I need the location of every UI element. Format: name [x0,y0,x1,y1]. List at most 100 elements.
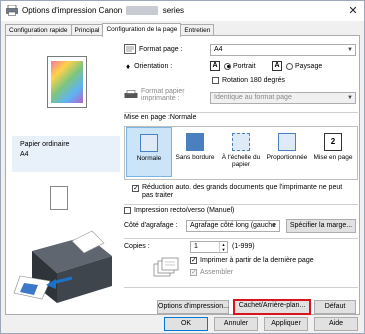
paper-size-text: A4 [20,151,29,158]
window-title: Options d'impression Canon series [22,6,185,16]
printer-paper-label-2: imprimante : [141,95,180,102]
landscape-icon: A [272,61,282,71]
duplex-label: Impression recto/verso (Manuel) [134,207,235,214]
media-type-text: Papier ordinaire [20,141,70,148]
print-options-button[interactable]: Options d'impression... [157,300,229,314]
printer-paper-icon [124,90,138,98]
help-button[interactable]: Aide [314,317,358,331]
copies-stack-icon [153,257,179,277]
page-setup-panel: Papier ordinaire A4 Format page : A4 ▼ ♦… [5,35,360,315]
portrait-icon: A [210,61,220,71]
format-label: Format page : [139,45,183,53]
layout-normal[interactable]: Normale [126,127,172,177]
collate-label: Assembler [200,269,234,276]
layout-fit-to-paper[interactable]: À l'échelle du papier [218,127,264,177]
ok-button[interactable]: OK [164,317,208,331]
title-bar: Options d'impression Canon series ✕ [1,1,364,21]
collate-checkbox[interactable]: ✓ [190,269,197,276]
chevron-down-icon: ▼ [347,47,353,53]
divider [124,238,358,239]
printer-paper-label: Format papier imprimante : [141,88,185,102]
page-size-value: A4 [214,46,223,53]
sheet-icon [50,186,68,210]
portrait-radio[interactable] [224,62,231,70]
dialog-button-bar: OK Annuler Appliquer Aide [1,315,364,333]
auto-reduce-option[interactable]: ✓ Réduction auto. des grands documents q… [132,184,354,200]
divider [124,112,358,113]
layout-normal-label: Normale [136,155,162,162]
printer-paper-label-1: Format papier [141,88,185,95]
landscape-option[interactable]: A Paysage [272,61,322,71]
preview-image [51,61,83,103]
layout-label: Mise en page :Normale [124,114,197,121]
auto-reduce-checkbox[interactable]: ✓ [132,185,139,192]
stapling-label: Côté d'agrafage : [124,222,178,229]
portrait-label: Portrait [233,62,256,70]
divider [124,204,358,205]
close-icon[interactable]: ✕ [346,4,360,18]
stamp-background-button[interactable]: Cachet/Arrière-plan... [233,299,311,315]
layout-borderless[interactable]: Sans bordure [172,127,218,177]
stapling-row: Côté d'agrafage : [124,222,177,229]
specify-margin-button[interactable]: Spécifier la marge... [286,219,356,233]
stapling-select[interactable]: Agrafage côté long (gauche ▼ [186,220,280,232]
layout-list: Normale Sans bordure À l'échelle du papi… [124,126,358,180]
title-suffix: series [162,6,185,15]
divider [124,287,358,288]
landscape-label: Paysage [295,62,323,70]
auto-reduce-label: Réduction auto. des grands documents que… [142,184,343,199]
page-size-icon [124,44,136,54]
defaults-button[interactable]: Défaut [314,300,356,314]
format-row: Format page : [124,44,183,54]
copies-value: 1 [194,243,198,250]
copies-stepper[interactable]: ▲ ▼ [219,242,227,252]
collate-option[interactable]: ✓ Assembler [190,269,233,276]
landscape-radio[interactable] [286,62,293,70]
printer-paper-select[interactable]: Identique au format page ▼ [210,92,356,104]
redacted-model-name [126,6,159,16]
layout-borderless-label: Sans bordure [175,154,215,161]
preview-column: Papier ordinaire A4 [12,46,124,314]
copies-range-row: (1-999) [232,243,255,250]
paper-preview [47,56,87,108]
layout-fit-label: À l'échelle du papier [221,154,261,168]
cancel-button[interactable]: Annuler [214,317,258,331]
layout-page-layout-icon: 2 [324,133,342,151]
printer-paper-value: Identique au format page [214,94,292,101]
bullet-icon: ♦ [126,62,131,71]
layout-page-layout-label: Mise en page [313,154,353,161]
print-options-window: Options d'impression Canon series ✕ Conf… [0,0,365,334]
layout-scaled[interactable]: Proportionnée [264,127,310,177]
chevron-down-icon: ▼ [347,95,353,101]
copies-label-row: Copies : [124,243,150,250]
portrait-option[interactable]: A Portrait [210,61,256,71]
from-last-option[interactable]: ✓ Imprimer à partir de la dernière page [190,257,314,264]
printer-app-icon [6,5,18,16]
printer-illustration [13,230,112,303]
duplex-checkbox[interactable] [124,207,131,214]
from-last-checkbox[interactable]: ✓ [190,257,197,264]
layout-scaled-label: Proportionnée [266,154,308,161]
chevron-down-icon: ▼ [271,223,277,229]
title-prefix: Options d'impression Canon [22,6,123,15]
rotate180-label: Rotation 180 degrés [222,77,286,84]
layout-fit-icon [232,133,250,151]
layout-scaled-icon [278,133,296,151]
rotate180-checkbox[interactable] [212,77,219,84]
orientation-row: ♦ Orientation : [126,62,172,71]
from-last-label: Imprimer à partir de la dernière page [200,257,314,264]
copies-range: (1-999) [232,243,255,250]
layout-normal-icon [140,134,158,152]
apply-button[interactable]: Appliquer [264,317,308,331]
paper-info: Papier ordinaire A4 [12,136,120,172]
printer-paper-row: Format papier imprimante : [124,88,185,102]
tab-page-setup[interactable]: Configuration de la page [102,23,182,37]
duplex-option[interactable]: Impression recto/verso (Manuel) [124,207,234,214]
copies-input[interactable]: 1 ▲ ▼ [190,241,228,253]
layout-page-layout[interactable]: 2 Mise en page [310,127,356,177]
copies-label: Copies : [124,243,150,250]
page-size-select[interactable]: A4 ▼ [210,44,356,56]
rotate180-option[interactable]: Rotation 180 degrés [212,77,285,84]
layout-borderless-icon [186,133,204,151]
stapling-value: Agrafage côté long (gauche [190,222,277,229]
